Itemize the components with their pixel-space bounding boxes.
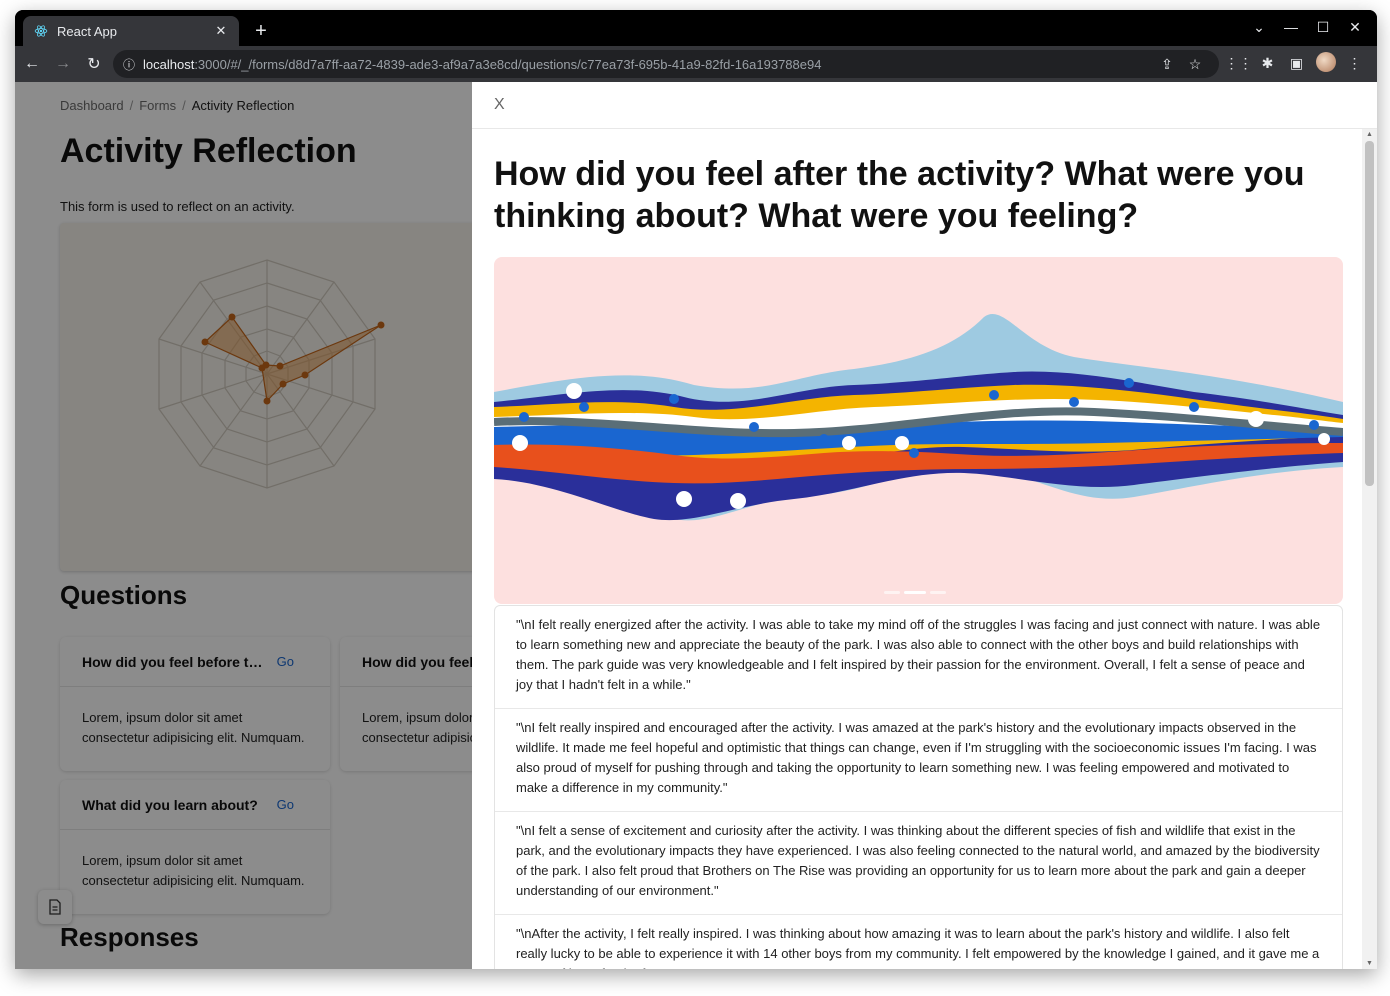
tab-strip: React App ✕ + ⌄ — ☐ ✕ (15, 10, 1377, 46)
star-icon[interactable]: ☆ (1181, 56, 1209, 73)
reload-icon[interactable]: ↻ (80, 50, 108, 78)
drawer-header: X (472, 82, 1377, 129)
address-bar[interactable]: ⓘ localhost:3000/#/_/forms/d8d7a7ff-aa72… (113, 50, 1219, 78)
plus-icon[interactable]: + (249, 19, 273, 43)
scroll-down-icon[interactable]: ▼ (1362, 960, 1377, 967)
avatar[interactable] (1311, 52, 1340, 75)
carousel-dots[interactable] (884, 591, 946, 594)
browser-window: React App ✕ + ⌄ — ☐ ✕ ← → ↻ ⓘ localhost:… (15, 10, 1377, 969)
browser-tab[interactable]: React App ✕ (23, 16, 239, 46)
question-drawer: X How did you feel after the activity? W… (472, 82, 1377, 969)
maximize-icon[interactable]: ☐ (1307, 16, 1339, 38)
drawer-scrollbar[interactable]: ▲ ▼ (1362, 129, 1377, 969)
sidepanel-icon[interactable]: ▣ (1282, 55, 1311, 72)
forward-icon[interactable]: → (49, 50, 77, 78)
page-viewport: Dashboard / Forms / Activity Reflection Acti… (15, 82, 1377, 969)
scroll-up-icon[interactable]: ▲ (1362, 131, 1377, 138)
list-item: "\nAfter the activity, I felt really ins… (495, 915, 1342, 969)
react-icon (33, 23, 49, 39)
menu-icon[interactable]: ⋮ (1340, 55, 1369, 72)
apps-icon[interactable]: ⋮⋮ (1224, 55, 1253, 72)
list-item: "\nI felt a sense of excitement and curi… (495, 812, 1342, 915)
list-item: "\nI felt really inspired and encouraged… (495, 709, 1342, 812)
close-icon[interactable]: X (494, 96, 505, 114)
list-item: "\nI felt really energized after the act… (495, 606, 1342, 709)
share-icon[interactable]: ⇪ (1153, 56, 1181, 73)
chevron-down-icon[interactable]: ⌄ (1243, 16, 1275, 38)
tab-title: React App (57, 23, 117, 39)
extensions-icon[interactable]: ✱ (1253, 55, 1282, 72)
close-icon[interactable]: ✕ (213, 23, 229, 39)
info-icon[interactable]: ⓘ (123, 56, 143, 73)
close-window-icon[interactable]: ✕ (1339, 16, 1371, 38)
question-title: How did you feel after the activity? Wha… (494, 155, 1305, 235)
browser-toolbar: ← → ↻ ⓘ localhost:3000/#/_/forms/d8d7a7f… (15, 46, 1377, 82)
responses-list: "\nI felt really energized after the act… (494, 605, 1343, 969)
minimize-icon[interactable]: — (1275, 16, 1307, 38)
hero-illustration (494, 257, 1343, 604)
toolbar-actions: ⋮⋮ ✱ ▣ ⋮ (1224, 52, 1369, 75)
drawer-body: How did you feel after the activity? Wha… (472, 129, 1362, 969)
back-icon[interactable]: ← (18, 50, 46, 78)
scroll-thumb[interactable] (1365, 141, 1374, 486)
window-controls: ⌄ — ☐ ✕ (1243, 16, 1371, 38)
url-text[interactable]: localhost:3000/#/_/forms/d8d7a7ff-aa72-4… (143, 57, 1153, 72)
